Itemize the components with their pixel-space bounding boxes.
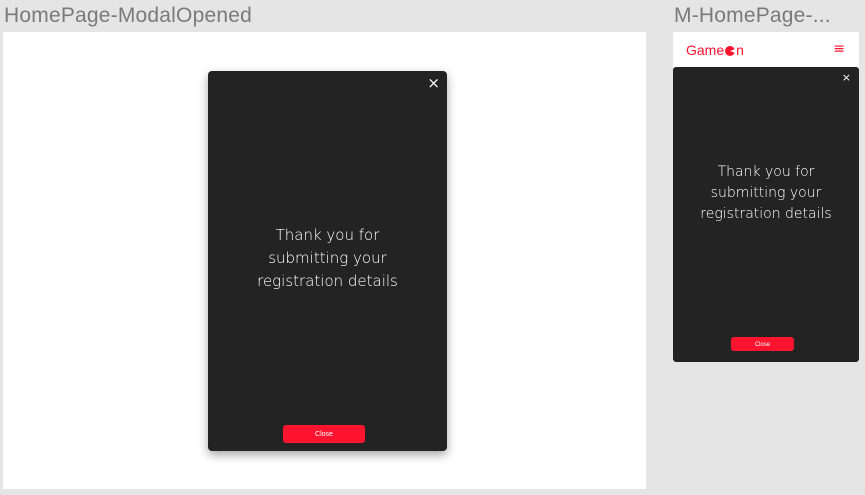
close-icon[interactable]: × bbox=[427, 76, 440, 91]
mobile-frame: Game n ≡ × Thank you for submitting your … bbox=[673, 32, 859, 362]
close-button[interactable]: Close bbox=[283, 425, 365, 443]
desktop-frame-title: HomePage-ModalOpened bbox=[4, 4, 252, 27]
logo-pacman-icon bbox=[725, 46, 736, 56]
mobile-confirmation-modal: × Thank you for submitting your registra… bbox=[673, 67, 859, 362]
mobile-frame-title: M-HomePage-... bbox=[674, 4, 831, 27]
hamburger-menu-icon[interactable]: ≡ bbox=[833, 42, 845, 56]
mobile-close-button[interactable]: Close bbox=[731, 337, 794, 351]
confirmation-modal: × Thank you for submitting your registra… bbox=[208, 71, 447, 451]
mobile-header: Game n ≡ bbox=[673, 32, 859, 66]
mobile-confirmation-message: Thank you for submitting your registrati… bbox=[700, 164, 832, 222]
logo-text-right: n bbox=[736, 42, 744, 58]
logo-text-left: Game bbox=[686, 42, 725, 58]
gameon-logo[interactable]: Game n bbox=[686, 42, 744, 58]
mobile-close-icon[interactable]: × bbox=[842, 72, 851, 83]
desktop-frame: × Thank you for submitting your registra… bbox=[3, 32, 646, 489]
confirmation-message: Thank you for submitting your registrati… bbox=[257, 226, 398, 290]
